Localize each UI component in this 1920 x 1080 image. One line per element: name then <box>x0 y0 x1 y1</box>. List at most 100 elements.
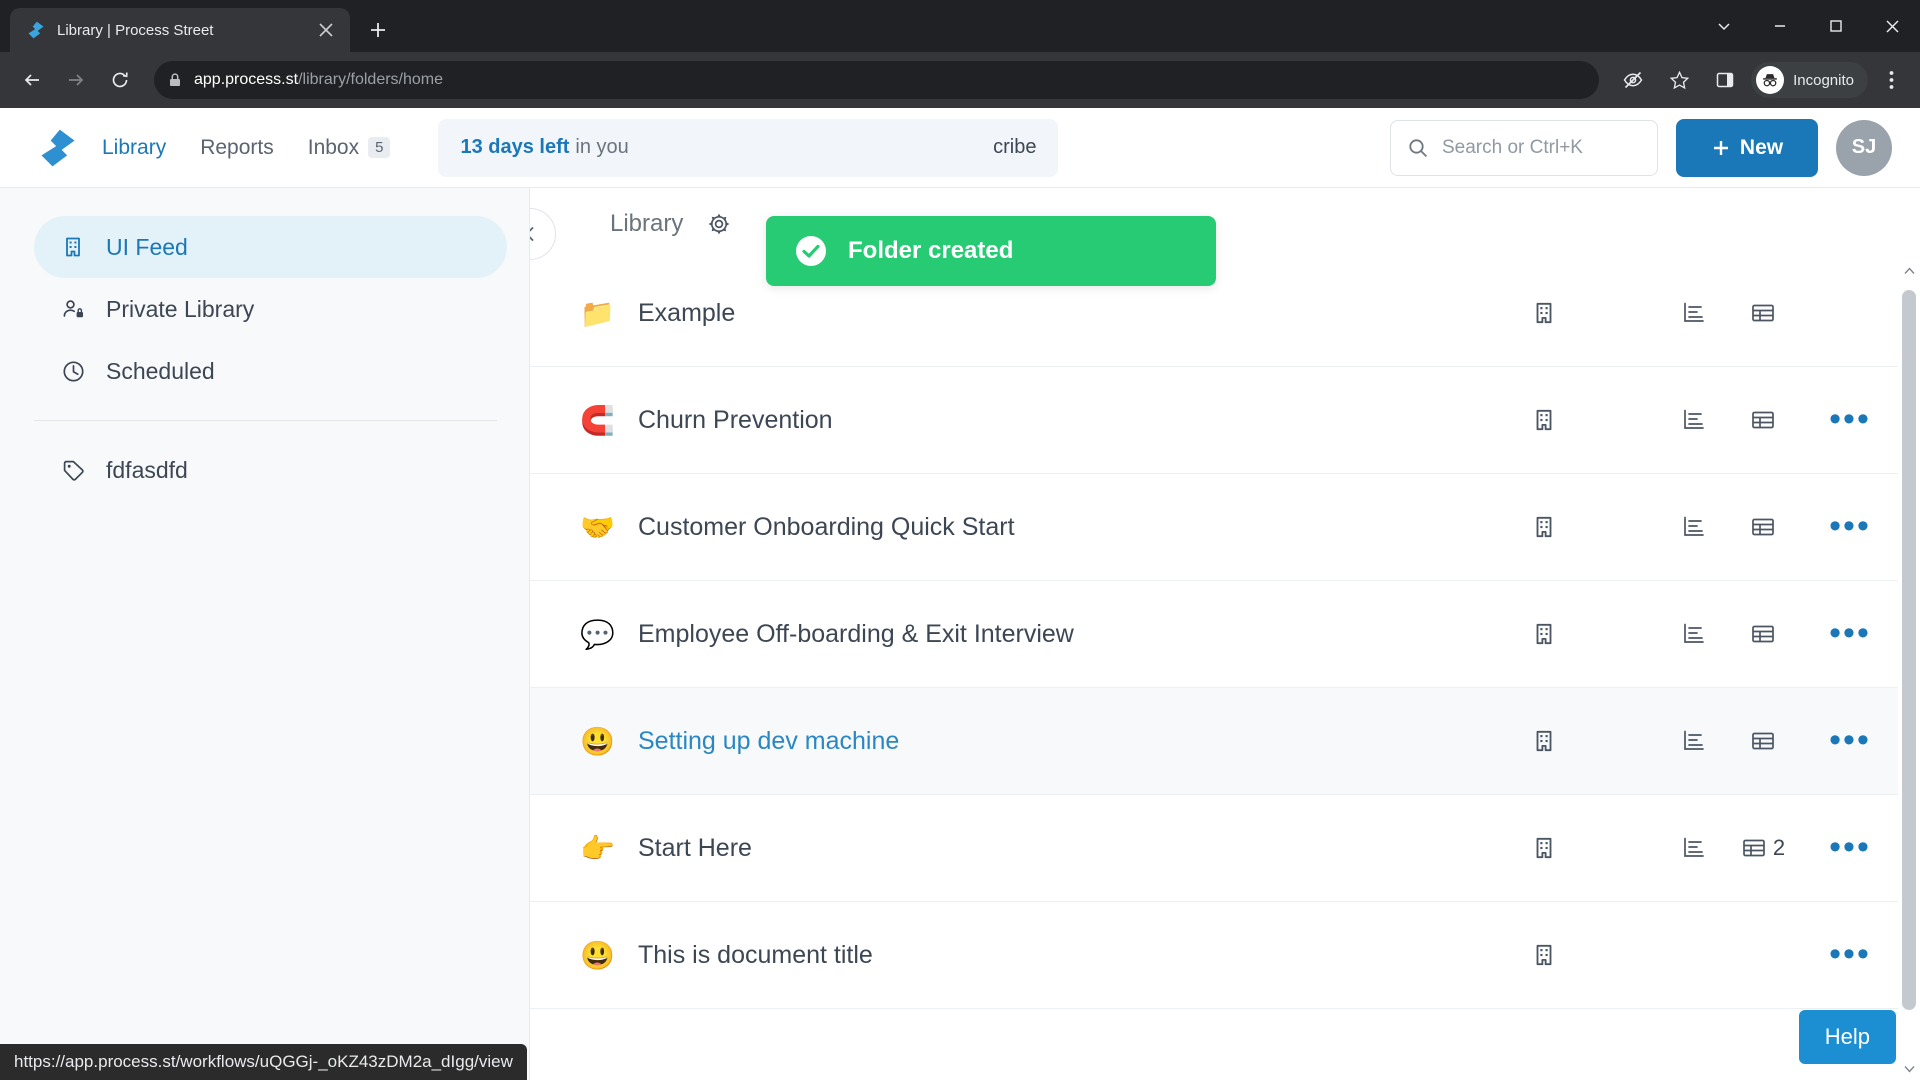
status-bar-url: https://app.process.st/workflows/uQGGj-_… <box>0 1044 527 1080</box>
bar-chart-icon[interactable] <box>1664 728 1724 754</box>
kebab-menu-icon[interactable] <box>1874 60 1908 100</box>
row-title[interactable]: Start Here <box>638 834 752 863</box>
new-tab-button[interactable] <box>358 10 398 50</box>
handshake-emoji: 🤝 <box>580 511 615 543</box>
window-controls <box>1696 0 1920 52</box>
building-icon[interactable] <box>1514 300 1574 326</box>
tag-icon <box>60 457 86 483</box>
building-icon[interactable] <box>1514 621 1574 647</box>
help-button[interactable]: Help <box>1798 1010 1896 1064</box>
table-icon[interactable] <box>1724 300 1802 326</box>
table-icon[interactable] <box>1724 621 1802 647</box>
address-bar[interactable]: app.process.st/library/folders/home <box>154 61 1600 99</box>
avatar[interactable]: SJ <box>1836 119 1892 176</box>
row-actions: ••• <box>1514 724 1898 757</box>
magnet-emoji: 🧲 <box>580 404 615 436</box>
nav-link-library[interactable]: Library <box>102 136 166 160</box>
building-icon[interactable] <box>1514 514 1574 540</box>
app-header: Library Reports Inbox 5 13 days left in … <box>0 108 1920 188</box>
back-icon[interactable] <box>12 60 52 100</box>
building-icon[interactable] <box>1514 407 1574 433</box>
window-close-icon[interactable] <box>1864 0 1920 52</box>
toolbar-right-actions: Incognito <box>1613 60 1908 100</box>
incognito-indicator[interactable]: Incognito <box>1751 62 1868 98</box>
bar-chart-icon[interactable] <box>1664 407 1724 433</box>
url-path: /library/folders/home <box>298 71 444 88</box>
table-row[interactable]: 🧲 Churn Prevention ••• <box>530 367 1898 474</box>
reload-icon[interactable] <box>100 60 140 100</box>
browser-window: Library | Process Street app.process.st/… <box>0 0 1920 1080</box>
building-icon <box>60 234 86 260</box>
star-icon[interactable] <box>1659 60 1699 100</box>
table-icon[interactable] <box>1724 514 1802 540</box>
app-header-actions: Search or Ctrl+K New SJ <box>1390 118 1892 177</box>
table-row[interactable]: 👉 Start Here 2 ••• <box>530 795 1898 902</box>
bar-chart-icon[interactable] <box>1664 835 1724 861</box>
more-horizontal-icon[interactable]: ••• <box>1802 617 1898 650</box>
browser-tab[interactable]: Library | Process Street <box>10 8 350 52</box>
more-horizontal-icon[interactable]: ••• <box>1802 510 1898 543</box>
row-title[interactable]: Example <box>638 299 735 328</box>
eye-off-icon[interactable] <box>1613 60 1653 100</box>
table-row[interactable]: 😃 Setting up dev machine ••• <box>530 688 1898 795</box>
table-icon[interactable]: 2 <box>1724 835 1802 861</box>
row-title[interactable]: This is document title <box>638 941 873 970</box>
browser-tab-title: Library | Process Street <box>57 21 214 39</box>
side-panel-icon[interactable] <box>1705 60 1745 100</box>
row-actions: 2 ••• <box>1514 831 1898 864</box>
row-title[interactable]: Customer Onboarding Quick Start <box>638 513 1015 542</box>
sidebar-tag-label: fdfasdfd <box>106 456 188 483</box>
trial-subscribe-link[interactable]: cribe <box>993 136 1036 159</box>
bar-chart-icon[interactable] <box>1664 300 1724 326</box>
more-horizontal-icon[interactable]: ••• <box>1802 724 1898 757</box>
trial-days-left: 13 days left <box>460 136 570 158</box>
building-icon[interactable] <box>1514 728 1574 754</box>
new-button-label: New <box>1739 135 1784 159</box>
new-button[interactable]: New <box>1676 118 1818 177</box>
bar-chart-icon[interactable] <box>1664 514 1724 540</box>
sidebar-item-scheduled[interactable]: Scheduled <box>34 340 507 402</box>
main-content: Library 📁Example•••🧲Churn Prevention•••🤝… <box>530 188 1920 1080</box>
toast-message: Folder created <box>848 237 1014 264</box>
sidebar-item-label: UI Feed <box>106 233 188 260</box>
more-horizontal-icon[interactable]: ••• <box>1802 831 1898 864</box>
building-icon[interactable] <box>1514 942 1574 968</box>
close-icon[interactable] <box>314 18 338 42</box>
sidebar-item-ui-feed[interactable]: UI Feed <box>34 216 507 278</box>
building-icon[interactable] <box>1514 835 1574 861</box>
sidebar-item-label: Scheduled <box>106 357 215 384</box>
row-title[interactable]: Setting up dev machine <box>638 727 899 756</box>
minimize-icon[interactable] <box>1752 0 1808 52</box>
row-title[interactable]: Employee Off-boarding & Exit Interview <box>638 620 1074 649</box>
search-input[interactable]: Search or Ctrl+K <box>1390 119 1658 176</box>
vertical-scrollbar[interactable] <box>1898 260 1920 1080</box>
process-street-logo-icon[interactable] <box>34 126 84 170</box>
more-horizontal-icon[interactable]: ••• <box>1802 403 1898 436</box>
row-title[interactable]: Churn Prevention <box>638 406 833 435</box>
row-actions: ••• <box>1514 300 1898 326</box>
scrollbar-thumb[interactable] <box>1902 290 1916 1010</box>
scroll-down-icon[interactable] <box>1898 1058 1920 1080</box>
breadcrumb-library[interactable]: Library <box>610 210 683 238</box>
sidebar-tag-fdfasdfd[interactable]: fdfasdfd <box>34 439 507 501</box>
table-icon[interactable] <box>1724 407 1802 433</box>
process-street-logo-icon <box>26 20 46 40</box>
trial-message: in you <box>575 136 629 158</box>
bar-chart-icon[interactable] <box>1664 621 1724 647</box>
breadcrumb: Library <box>530 188 1920 260</box>
maximize-icon[interactable] <box>1808 0 1864 52</box>
table-row[interactable]: 🤝 Customer Onboarding Quick Start ••• <box>530 474 1898 581</box>
scroll-up-icon[interactable] <box>1898 260 1920 282</box>
table-row[interactable]: 💬 Employee Off-boarding & Exit Interview •… <box>530 581 1898 688</box>
sidebar-item-private-library[interactable]: Private Library <box>34 278 507 340</box>
table-icon[interactable] <box>1724 728 1802 754</box>
nav-link-reports[interactable]: Reports <box>200 136 274 160</box>
chevron-left-icon <box>530 225 539 243</box>
row-actions: ••• <box>1514 403 1898 436</box>
gear-icon[interactable] <box>705 210 733 238</box>
more-horizontal-icon[interactable]: ••• <box>1802 938 1898 971</box>
table-row[interactable]: 😃 This is document title ••• <box>530 902 1898 1009</box>
nav-link-inbox[interactable]: Inbox 5 <box>308 136 391 160</box>
forward-icon[interactable] <box>56 60 96 100</box>
chevron-down-icon[interactable] <box>1696 0 1752 52</box>
